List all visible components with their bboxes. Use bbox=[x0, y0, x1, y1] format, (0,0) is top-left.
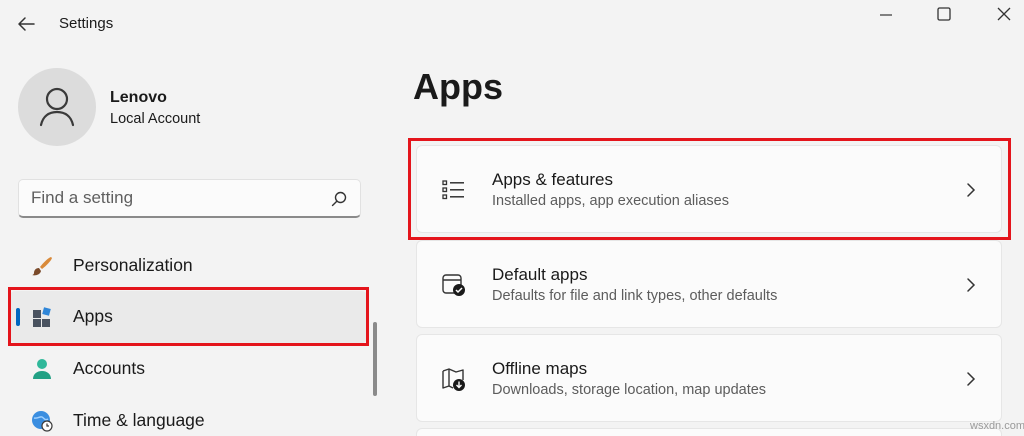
map-download-icon bbox=[442, 368, 465, 391]
back-arrow-icon[interactable] bbox=[14, 12, 38, 36]
search-icon[interactable] bbox=[330, 190, 348, 208]
card-title: Apps & features bbox=[492, 170, 613, 189]
chevron-right-icon bbox=[967, 183, 976, 197]
title-bar: Settings bbox=[0, 0, 1024, 50]
sidebar-item-label: Time & language bbox=[73, 410, 205, 430]
card-subtitle: Defaults for file and link types, other … bbox=[492, 288, 778, 304]
card-subtitle: Installed apps, app execution aliases bbox=[492, 193, 729, 209]
card-title: Offline maps bbox=[492, 359, 588, 378]
apps-icon bbox=[33, 307, 51, 327]
watermark: wsxdn.com bbox=[970, 420, 1024, 432]
paint-brush-icon bbox=[32, 257, 52, 276]
card-title: Default apps bbox=[492, 265, 588, 284]
card-apps-features[interactable]: Apps & features Installed apps, app exec… bbox=[416, 145, 1002, 233]
person-avatar-icon bbox=[39, 87, 75, 127]
card-subtitle: Downloads, storage location, map updates bbox=[492, 382, 767, 398]
window-title: Settings bbox=[59, 15, 114, 32]
default-apps-icon bbox=[442, 274, 465, 296]
avatar[interactable] bbox=[18, 68, 96, 146]
close-icon[interactable] bbox=[989, 4, 1019, 26]
sidebar-item-accounts[interactable]: Accounts bbox=[10, 343, 367, 395]
search-input[interactable] bbox=[19, 180, 319, 216]
chevron-right-icon bbox=[967, 372, 976, 386]
card-partial[interactable] bbox=[416, 428, 1002, 436]
list-icon bbox=[442, 180, 464, 200]
card-default-apps[interactable]: Default apps Defaults for file and link … bbox=[416, 240, 1002, 328]
chevron-right-icon bbox=[967, 278, 976, 292]
selection-indicator bbox=[16, 308, 20, 326]
sidebar-item-label: Personalization bbox=[73, 255, 193, 275]
sidebar-scrollbar[interactable] bbox=[373, 322, 377, 396]
sidebar-item-time-language[interactable]: Time & language bbox=[10, 395, 367, 436]
page-title: Apps bbox=[413, 66, 503, 107]
user-name: Lenovo bbox=[110, 89, 167, 106]
maximize-icon[interactable] bbox=[929, 4, 959, 26]
minimize-icon[interactable] bbox=[871, 4, 901, 26]
sidebar-item-apps[interactable]: Apps bbox=[10, 291, 367, 343]
sidebar-item-label: Apps bbox=[73, 306, 113, 326]
globe-clock-icon bbox=[32, 411, 53, 432]
card-offline-maps[interactable]: Offline maps Downloads, storage location… bbox=[416, 334, 1002, 422]
search-box[interactable] bbox=[18, 179, 361, 218]
sidebar-item-label: Accounts bbox=[73, 358, 145, 378]
account-type: Local Account bbox=[110, 111, 201, 127]
person-icon bbox=[33, 359, 51, 379]
sidebar-item-personalization[interactable]: Personalization bbox=[10, 240, 367, 292]
